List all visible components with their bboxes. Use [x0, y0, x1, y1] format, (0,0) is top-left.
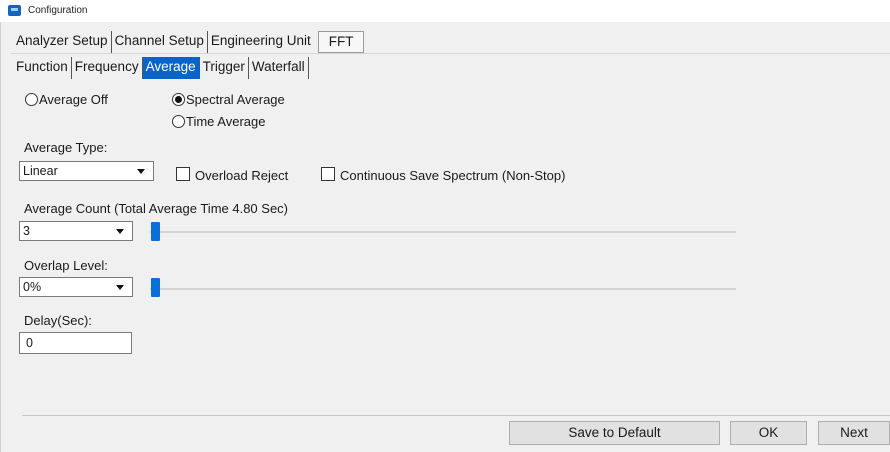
average-count-value: 3 — [23, 224, 30, 238]
time-average-radio[interactable] — [172, 115, 185, 128]
overlap-level-slider-track[interactable] — [150, 288, 736, 290]
ok-button[interactable]: OK — [730, 421, 807, 445]
average-count-slider-thumb[interactable] — [151, 222, 160, 241]
average-count-label: Average Count (Total Average Time 4.80 S… — [24, 201, 289, 216]
average-type-value: Linear — [23, 164, 58, 178]
title-bar: Configuration — [0, 0, 890, 22]
tab-fft[interactable]: FFT — [317, 31, 365, 53]
overlap-level-dropdown[interactable]: 0% — [19, 277, 133, 297]
spectral-average-radio[interactable] — [172, 93, 185, 106]
main-tab-bar: Analyzer Setup Channel Setup Engineering… — [11, 31, 365, 53]
average-type-dropdown[interactable]: Linear — [19, 161, 154, 181]
chevron-down-icon — [116, 285, 124, 290]
average-count-slider-track[interactable] — [150, 231, 736, 233]
footer-divider — [22, 415, 890, 416]
continuous-save-checkbox[interactable] — [321, 167, 335, 181]
app-window-icon — [8, 5, 21, 16]
window-border — [0, 22, 1, 452]
tab-divider — [11, 53, 890, 54]
overlap-level-value: 0% — [23, 280, 42, 294]
average-type-label: Average Type: — [24, 140, 108, 155]
window-title: Configuration — [28, 5, 88, 16]
tab-channel-setup[interactable]: Channel Setup — [112, 31, 208, 53]
overlap-level-label: Overlap Level: — [24, 258, 108, 273]
tab-engineering-unit[interactable]: Engineering Unit — [208, 31, 314, 53]
average-off-label: Average Off — [39, 92, 108, 107]
overload-reject-checkbox[interactable] — [176, 167, 190, 181]
overload-reject-label: Overload Reject — [195, 168, 289, 183]
tab-function[interactable]: Function — [11, 57, 72, 79]
overlap-level-slider-thumb[interactable] — [151, 278, 160, 297]
tab-average[interactable]: Average — [142, 57, 200, 79]
tab-frequency[interactable]: Frequency — [72, 57, 143, 79]
save-to-default-button[interactable]: Save to Default — [509, 421, 720, 445]
sub-tab-bar: Function Frequency Average Trigger Water… — [11, 57, 309, 79]
chevron-down-icon — [137, 169, 145, 174]
chevron-down-icon — [116, 229, 124, 234]
spectral-average-label: Spectral Average — [186, 92, 285, 107]
average-count-dropdown[interactable]: 3 — [19, 221, 133, 241]
delay-input[interactable]: 0 — [19, 332, 132, 354]
tab-analyzer-setup[interactable]: Analyzer Setup — [11, 31, 112, 53]
average-off-radio[interactable] — [25, 93, 38, 106]
tab-waterfall[interactable]: Waterfall — [249, 57, 309, 79]
next-button[interactable]: Next — [818, 421, 890, 445]
tab-trigger[interactable]: Trigger — [200, 57, 249, 79]
delay-label: Delay(Sec): — [24, 313, 92, 328]
continuous-save-label: Continuous Save Spectrum (Non-Stop) — [340, 168, 566, 183]
time-average-label: Time Average — [186, 114, 266, 129]
